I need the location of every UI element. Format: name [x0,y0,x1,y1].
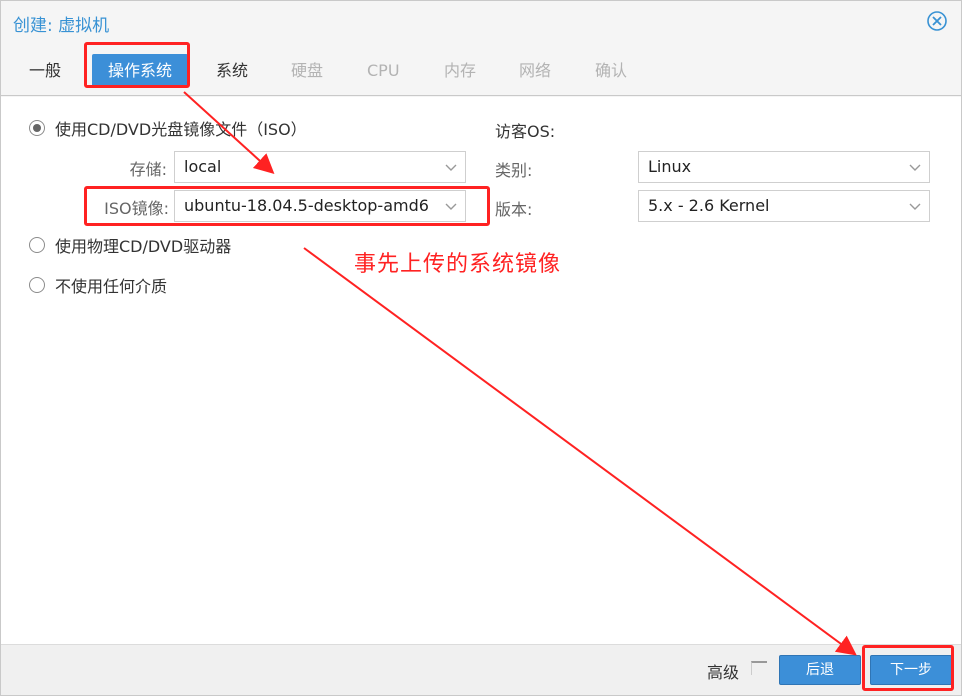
radio-no-media-label: 不使用任何介质 [55,277,168,296]
close-icon[interactable] [927,11,947,31]
annotation-note: 事先上传的系统镜像 [354,252,562,277]
back-button[interactable]: 后退 [779,655,861,685]
storage-value: local [184,157,222,176]
annotation-box-iso [84,186,490,226]
storage-select[interactable]: local [174,151,466,183]
tab-general[interactable]: 一般 [17,54,73,88]
dialog-title: 创建: 虚拟机 [13,16,110,36]
os-type-value: Linux [648,157,692,176]
type-label: 类别: [495,161,533,180]
radio-button[interactable] [29,237,45,253]
tab-disk: 硬盘 [291,61,324,80]
tab-network: 网络 [519,61,552,80]
guest-os-heading: 访客OS: [495,122,556,141]
tab-system[interactable]: 系统 [204,54,260,88]
chevron-down-icon[interactable] [909,200,921,212]
tab-cpu: CPU [367,61,400,80]
chevron-down-icon[interactable] [909,161,921,173]
radio-button[interactable] [29,120,45,136]
title-bar: 创建: 虚拟机 [1,1,961,43]
annotation-box-os-tab [84,42,190,88]
tab-confirm: 确认 [595,61,628,80]
os-panel: 使用CD/DVD光盘镜像文件（ISO） 存储: local ISO镜像: ubu… [1,97,961,645]
radio-use-iso[interactable]: 使用CD/DVD光盘镜像文件（ISO） [29,117,307,139]
annotation-box-next [862,645,954,691]
radio-button[interactable] [29,277,45,293]
os-version-value: 5.x - 2.6 Kernel [648,196,770,215]
os-version-select[interactable]: 5.x - 2.6 Kernel [638,190,930,222]
radio-physical-label: 使用物理CD/DVD驱动器 [55,237,232,256]
os-type-select[interactable]: Linux [638,151,930,183]
version-label: 版本: [495,200,533,219]
radio-physical-drive[interactable]: 使用物理CD/DVD驱动器 [29,234,231,256]
radio-use-iso-label: 使用CD/DVD光盘镜像文件（ISO） [55,120,307,139]
advanced-checkbox[interactable] [751,661,767,675]
dialog-footer: 高级 后退 下一步 [1,644,961,695]
advanced-label: 高级 [707,663,740,682]
create-vm-dialog: 创建: 虚拟机 一般 操作系统 系统 硬盘 CPU 内存 网络 确认 使用CD/… [0,0,962,696]
tab-memory: 内存 [444,61,477,80]
chevron-down-icon[interactable] [445,161,457,173]
storage-label: 存储: [129,160,167,179]
radio-no-media[interactable]: 不使用任何介质 [29,274,167,296]
